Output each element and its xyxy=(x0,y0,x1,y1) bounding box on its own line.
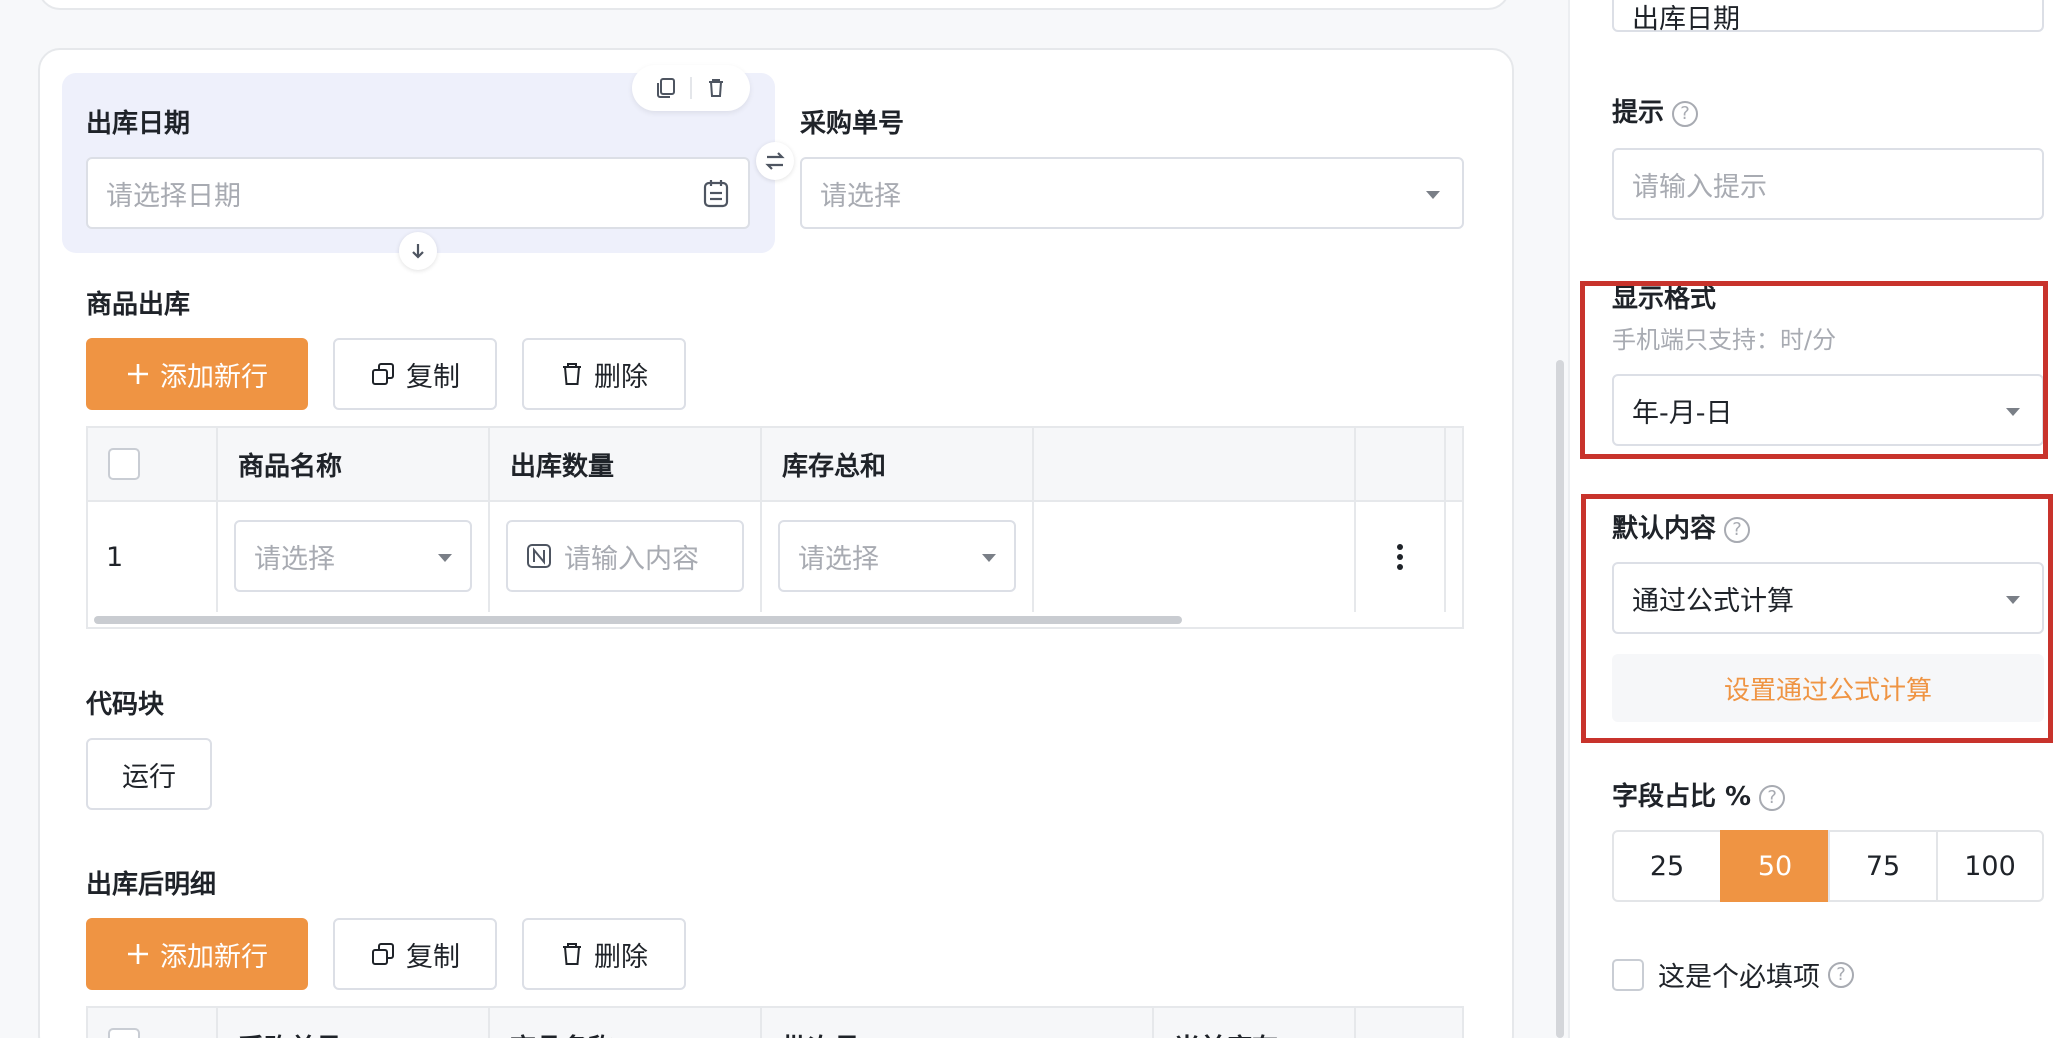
product-name-placeholder: 请选择 xyxy=(254,543,335,575)
highlight-box-default-content xyxy=(1581,494,2053,743)
delete-field-icon[interactable] xyxy=(704,76,728,100)
field-title-value: 出库日期 xyxy=(1632,3,1740,35)
delete-label: 删除 xyxy=(594,361,648,393)
column-header: 当前库存 xyxy=(1154,1008,1356,1038)
stock-placeholder: 请选择 xyxy=(798,543,879,575)
highlight-box-format xyxy=(1580,281,2048,459)
trash-icon xyxy=(560,361,584,387)
hint-label: 提示? xyxy=(1612,92,1699,129)
add-row-label: 添加新行 xyxy=(160,941,268,973)
trash-icon xyxy=(560,941,584,967)
row-index-cell: 1 xyxy=(88,502,218,612)
date-picker-input[interactable]: 请选择日期 xyxy=(86,157,750,229)
row-actions-cell xyxy=(1356,502,1446,612)
column-header: 出库数量 xyxy=(490,428,762,500)
previous-field-card xyxy=(38,0,1510,10)
table-header: 商品名称 出库数量 库存总和 xyxy=(88,428,1462,502)
add-row-label: 添加新行 xyxy=(160,361,268,393)
help-icon[interactable]: ? xyxy=(1672,100,1699,127)
canvas-scrollbar[interactable] xyxy=(1556,360,1564,1038)
hint-input[interactable]: 请输入提示 xyxy=(1612,148,2044,220)
add-row-button-detail[interactable]: 添加新行 xyxy=(86,918,308,990)
required-label: 这是个必填项 xyxy=(1658,962,1820,993)
horizontal-scrollbar[interactable] xyxy=(94,616,1182,624)
copy-label: 复制 xyxy=(406,361,460,393)
column-header: 商品名称 xyxy=(490,1008,762,1038)
select-all-checkbox[interactable] xyxy=(108,448,140,480)
header-select-all xyxy=(88,428,218,500)
more-vertical-icon[interactable] xyxy=(1396,543,1404,571)
plus-icon xyxy=(126,942,150,966)
column-header: 商品名称 xyxy=(218,428,490,500)
copy-button-detail[interactable]: 复制 xyxy=(333,918,497,990)
required-checkbox[interactable] xyxy=(1612,958,1644,991)
stock-cell: 请选择 xyxy=(762,502,1034,612)
table-header: 采购单号 商品名称 批次号 当前库存 xyxy=(88,1008,1462,1038)
ratio-option-75[interactable]: 75 xyxy=(1828,830,1938,902)
quantity-placeholder: 请输入内容 xyxy=(564,543,699,575)
goods-out-table: 商品名称 出库数量 库存总和 1 请选择 请输入内容 请选择 xyxy=(86,426,1464,629)
field-toolbar xyxy=(632,65,750,111)
date-picker-placeholder: 请选择日期 xyxy=(106,180,241,212)
quantity-cell: 请输入内容 xyxy=(490,502,762,612)
header-select-all xyxy=(88,1008,218,1038)
select-all-checkbox[interactable] xyxy=(108,1028,140,1038)
chevron-down-icon xyxy=(1426,191,1440,199)
ratio-option-25[interactable]: 25 xyxy=(1612,830,1722,902)
help-icon[interactable]: ? xyxy=(1759,784,1786,811)
column-header-empty xyxy=(1034,428,1356,500)
stock-select[interactable]: 请选择 xyxy=(778,520,1016,592)
field-label-outbound-date: 出库日期 xyxy=(86,109,191,139)
delete-label: 删除 xyxy=(594,941,648,973)
delete-button[interactable]: 删除 xyxy=(522,338,686,410)
ratio-option-50[interactable]: 50 xyxy=(1720,830,1830,902)
swap-arrows-icon[interactable] xyxy=(756,142,794,180)
purchase-no-select[interactable]: 请选择 xyxy=(800,157,1464,229)
duplicate-field-icon[interactable] xyxy=(654,76,678,100)
arrow-down-icon[interactable] xyxy=(399,232,437,270)
chevron-down-icon xyxy=(438,554,452,562)
copy-icon xyxy=(370,361,396,387)
column-header: 采购单号 xyxy=(218,1008,490,1038)
plus-icon xyxy=(126,362,150,386)
ratio-label-text: 字段占比 % xyxy=(1612,782,1752,812)
section-title-code-block: 代码块 xyxy=(86,690,165,720)
required-row[interactable]: 这是个必填项 ? xyxy=(1612,955,1854,994)
row-index: 1 xyxy=(106,541,124,573)
calendar-icon xyxy=(702,179,730,209)
product-name-cell: 请选择 xyxy=(218,502,490,612)
column-header: 库存总和 xyxy=(762,428,1034,500)
help-icon[interactable]: ? xyxy=(1828,961,1854,988)
run-button[interactable]: 运行 xyxy=(86,738,212,810)
selected-field-outbound-date[interactable]: 出库日期 请选择日期 xyxy=(62,65,775,253)
field-title-input[interactable]: 出库日期 xyxy=(1612,0,2044,35)
product-name-select[interactable]: 请选择 xyxy=(234,520,472,592)
section-title-goods-out: 商品出库 xyxy=(86,290,191,320)
column-header: 批次号 xyxy=(762,1008,1154,1038)
toolbar-divider xyxy=(690,77,692,99)
quantity-input[interactable]: 请输入内容 xyxy=(506,520,744,592)
purchase-no-placeholder: 请选择 xyxy=(820,180,901,212)
copy-label: 复制 xyxy=(406,941,460,973)
chevron-down-icon xyxy=(982,554,996,562)
hint-placeholder: 请输入提示 xyxy=(1632,171,1767,203)
copy-icon xyxy=(370,941,396,967)
ratio-option-100[interactable]: 100 xyxy=(1936,830,2044,902)
ratio-label: 字段占比 %? xyxy=(1612,776,1786,813)
section-title-detail: 出库后明细 xyxy=(86,870,217,900)
number-icon xyxy=(526,543,552,569)
empty-cell xyxy=(1034,502,1356,612)
table-row: 1 请选择 请输入内容 请选择 xyxy=(88,502,1462,612)
run-label: 运行 xyxy=(122,761,176,793)
copy-button[interactable]: 复制 xyxy=(333,338,497,410)
detail-table: 采购单号 商品名称 批次号 当前库存 xyxy=(86,1006,1464,1038)
column-header-actions xyxy=(1356,428,1446,500)
hint-label-text: 提示 xyxy=(1612,98,1665,128)
field-label-purchase-no: 采购单号 xyxy=(800,109,905,139)
delete-button-detail[interactable]: 删除 xyxy=(522,918,686,990)
add-row-button[interactable]: 添加新行 xyxy=(86,338,308,410)
